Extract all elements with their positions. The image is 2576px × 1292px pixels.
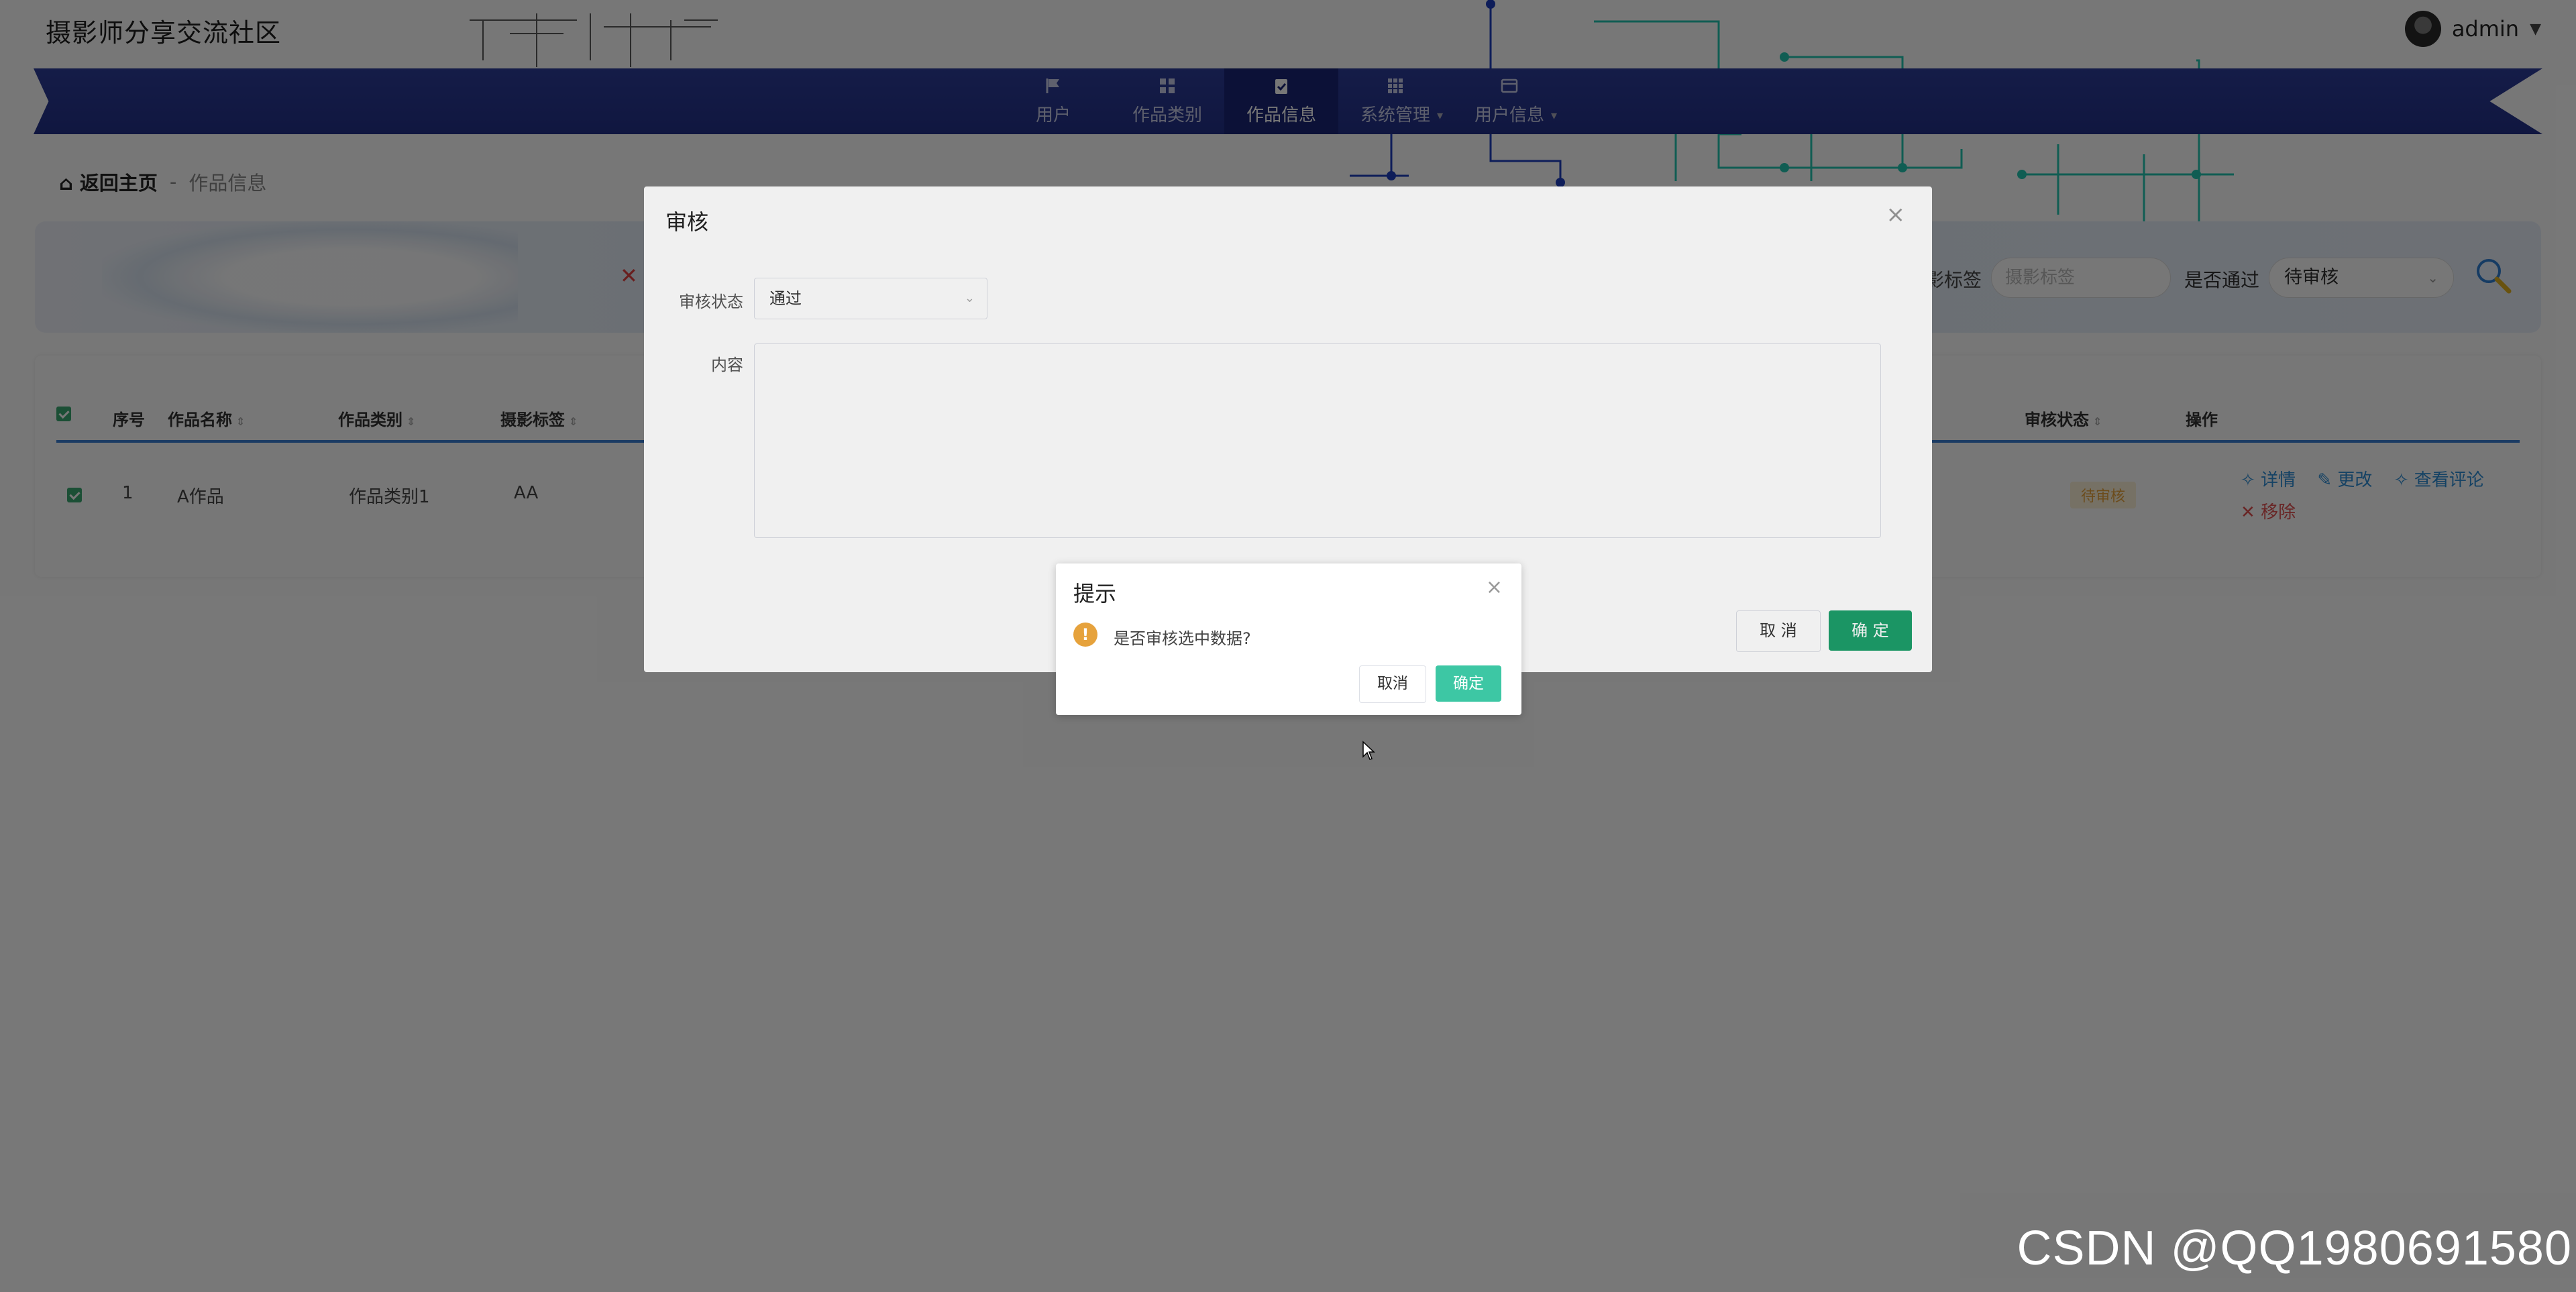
confirm-dialog: 提示 × ! 是否审核选中数据? 取消 确定 bbox=[1056, 563, 1521, 715]
watermark: CSDN @QQ1980691580 bbox=[2017, 1222, 2572, 1275]
confirm-message: 是否审核选中数据? bbox=[1114, 629, 1251, 648]
cancel-button[interactable]: 取消 bbox=[1359, 665, 1426, 703]
warning-icon: ! bbox=[1073, 623, 1097, 647]
close-icon[interactable]: × bbox=[1486, 576, 1503, 599]
confirm-dialog-title: 提示 bbox=[1073, 581, 1117, 606]
confirm-button[interactable]: 确定 bbox=[1436, 665, 1501, 702]
mouse-cursor-icon bbox=[1362, 741, 1375, 760]
